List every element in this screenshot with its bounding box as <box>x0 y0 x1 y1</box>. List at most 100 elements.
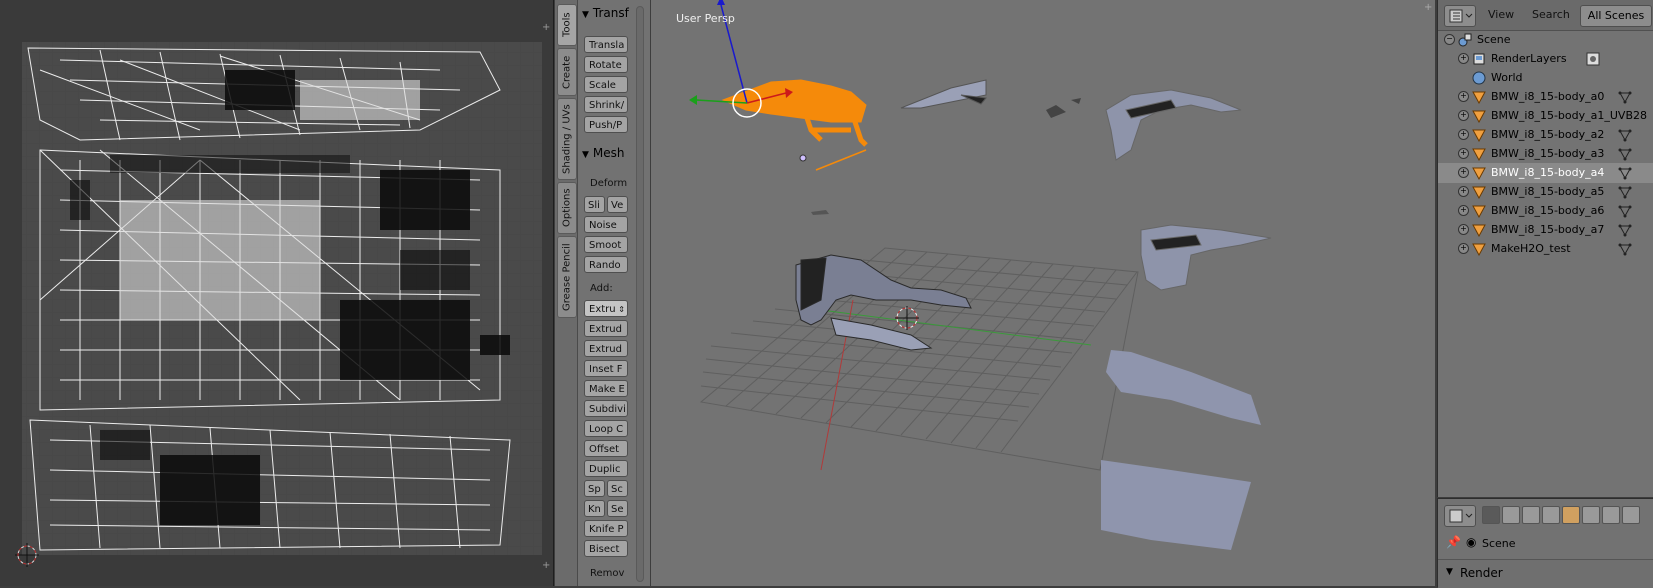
add-label: Add: <box>590 283 613 294</box>
constraints-tab-icon[interactable] <box>1582 506 1600 524</box>
camera-icon[interactable] <box>1586 52 1600 66</box>
outliner-row[interactable]: + BMW_i8_15-body_a0 <box>1438 87 1653 107</box>
mesh-part-a5 <box>1106 350 1261 425</box>
mesh-tools-panel-header[interactable]: ▼ Mesh <box>582 146 625 160</box>
tab-tools[interactable]: Tools <box>557 4 577 46</box>
outliner-row[interactable]: + BMW_i8_15-body_a3 <box>1438 144 1653 164</box>
outliner-row[interactable]: + RenderLayers <box>1438 49 1653 69</box>
expand-icon[interactable]: + <box>1458 243 1469 254</box>
mesh-data-icon[interactable] <box>1618 128 1632 142</box>
outliner-row[interactable]: − Scene <box>1438 30 1653 50</box>
inset-faces-button[interactable]: Inset F <box>584 360 628 377</box>
mesh-part-a0 <box>900 79 987 109</box>
scale-button[interactable]: Scale <box>584 76 628 93</box>
push-pull-button[interactable]: Push/P <box>584 116 628 133</box>
outliner-item-label: BMW_i8_15-body_a7 <box>1491 223 1605 236</box>
knife-select-button[interactable]: Se <box>607 500 628 517</box>
render-layers-tab-icon[interactable] <box>1502 506 1520 524</box>
expand-icon[interactable]: + <box>1458 91 1469 102</box>
editor-type-menu[interactable] <box>1444 5 1476 27</box>
outliner-row[interactable]: + BMW_i8_15-body_a5 <box>1438 182 1653 202</box>
knife-button[interactable]: Kn <box>584 500 605 517</box>
mesh-data-icon[interactable] <box>1618 223 1632 237</box>
updown-arrows-icon: ⇕ <box>618 305 625 314</box>
search-menu[interactable]: Search <box>1532 8 1570 21</box>
duplicate-button[interactable]: Duplic <box>584 460 628 477</box>
offset-edge-loop-button[interactable]: Offset <box>584 440 628 457</box>
outliner-row[interactable]: + MakeH2O_test <box>1438 239 1653 259</box>
mesh-part-a6 <box>1101 460 1251 550</box>
properties-editor-type-menu[interactable] <box>1444 505 1476 527</box>
tab-options[interactable]: Options <box>557 182 577 234</box>
knife-project-button[interactable]: Knife P <box>584 520 628 537</box>
shrink-fatten-button[interactable]: Shrink/ <box>584 96 628 113</box>
mesh-data-icon[interactable] <box>1618 204 1632 218</box>
outliner-row[interactable]: + BMW_i8_15-body_a4 <box>1438 163 1653 183</box>
subdivide-button[interactable]: Subdivi <box>584 400 628 417</box>
data-tab-icon[interactable] <box>1622 506 1640 524</box>
expand-icon[interactable]: + <box>1458 167 1469 178</box>
object-tab-icon[interactable] <box>1562 506 1580 524</box>
collapse-triangle-icon: ▼ <box>582 150 589 160</box>
render-layers-icon <box>1473 53 1485 65</box>
view-menu[interactable]: View <box>1488 8 1514 21</box>
translate-button[interactable]: Transla <box>584 36 628 53</box>
expand-icon[interactable]: + <box>1458 186 1469 197</box>
screw-button[interactable]: Sc <box>607 480 628 497</box>
mesh-part-a1 <box>1105 89 1242 161</box>
extrude-dropdown[interactable]: Extru ⇕ <box>584 300 628 317</box>
outliner-row[interactable]: + BMW_i8_15-body_a6 <box>1438 201 1653 221</box>
slide-edge-button[interactable]: Sli <box>584 196 605 213</box>
mesh-object-icon <box>1472 148 1486 161</box>
make-edge-face-button[interactable]: Make E <box>584 380 628 397</box>
mesh-object-icon <box>1472 205 1486 218</box>
outliner-row[interactable]: + BMW_i8_15-body_a7 <box>1438 220 1653 240</box>
tab-create[interactable]: Create <box>557 48 577 96</box>
randomize-button[interactable]: Rando <box>584 256 628 273</box>
render-tab-icon[interactable] <box>1482 506 1500 524</box>
outliner-row[interactable]: +World <box>1438 68 1653 88</box>
outliner: View Search All Scenes − Scene + RenderLaye… <box>1437 0 1653 497</box>
outliner-row[interactable]: + BMW_i8_15-body_a2 <box>1438 125 1653 145</box>
loop-cut-button[interactable]: Loop C <box>584 420 628 437</box>
expand-icon[interactable]: + <box>1458 129 1469 140</box>
outliner-row[interactable]: + BMW_i8_15-body_a1_UVB28 <box>1438 106 1653 126</box>
spin-button[interactable]: Sp <box>584 480 605 497</box>
mesh-data-icon[interactable] <box>1618 185 1632 199</box>
render-panel-header[interactable]: ▼ Render <box>1438 559 1653 588</box>
noise-button[interactable]: Noise <box>584 216 628 233</box>
tab-grease-pencil[interactable]: Grease Pencil <box>557 236 577 318</box>
world-tab-icon[interactable] <box>1542 506 1560 524</box>
mesh-data-icon[interactable] <box>1618 90 1632 104</box>
mesh-data-icon[interactable] <box>1618 166 1632 180</box>
modifiers-tab-icon[interactable] <box>1602 506 1620 524</box>
bisect-button[interactable]: Bisect <box>584 540 628 557</box>
collapse-icon[interactable]: − <box>1444 34 1455 45</box>
mesh-object-icon <box>1472 91 1486 104</box>
transform-panel-header[interactable]: ▼ Transf <box>582 6 629 20</box>
mesh-data-icon[interactable] <box>1618 242 1632 256</box>
tool-shelf-scrollbar[interactable] <box>636 6 644 582</box>
mesh-data-icon[interactable] <box>1618 147 1632 161</box>
expand-icon[interactable]: + <box>1458 224 1469 235</box>
expand-icon[interactable]: + <box>1458 110 1469 121</box>
properties-icon <box>1449 509 1473 523</box>
vertex-slide-button[interactable]: Ve <box>607 196 628 213</box>
extrude-individual-button[interactable]: Extrud <box>584 320 628 337</box>
expand-icon[interactable]: + <box>1458 148 1469 159</box>
display-mode-dropdown[interactable]: All Scenes <box>1580 5 1652 27</box>
smooth-vertex-button[interactable]: Smoot <box>584 236 628 253</box>
viewport-canvas[interactable] <box>651 0 1435 586</box>
expand-icon[interactable]: + <box>1458 205 1469 216</box>
uv-image-editor[interactable]: + + <box>0 0 554 586</box>
3d-viewport[interactable]: + <box>651 0 1435 586</box>
outliner-header: View Search All Scenes <box>1438 0 1653 31</box>
rotate-button[interactable]: Rotate <box>584 56 628 73</box>
scene-tab-icon[interactable] <box>1522 506 1540 524</box>
uv-editor-canvas[interactable]: + + <box>0 0 553 586</box>
expand-icon[interactable]: + <box>1458 53 1469 64</box>
tab-shading-uvs[interactable]: Shading / UVs <box>557 98 577 180</box>
viewport-corner-widget[interactable]: + <box>1424 2 1432 13</box>
extrude-region-button[interactable]: Extrud <box>584 340 628 357</box>
pin-icon[interactable]: 📌 <box>1446 535 1461 549</box>
